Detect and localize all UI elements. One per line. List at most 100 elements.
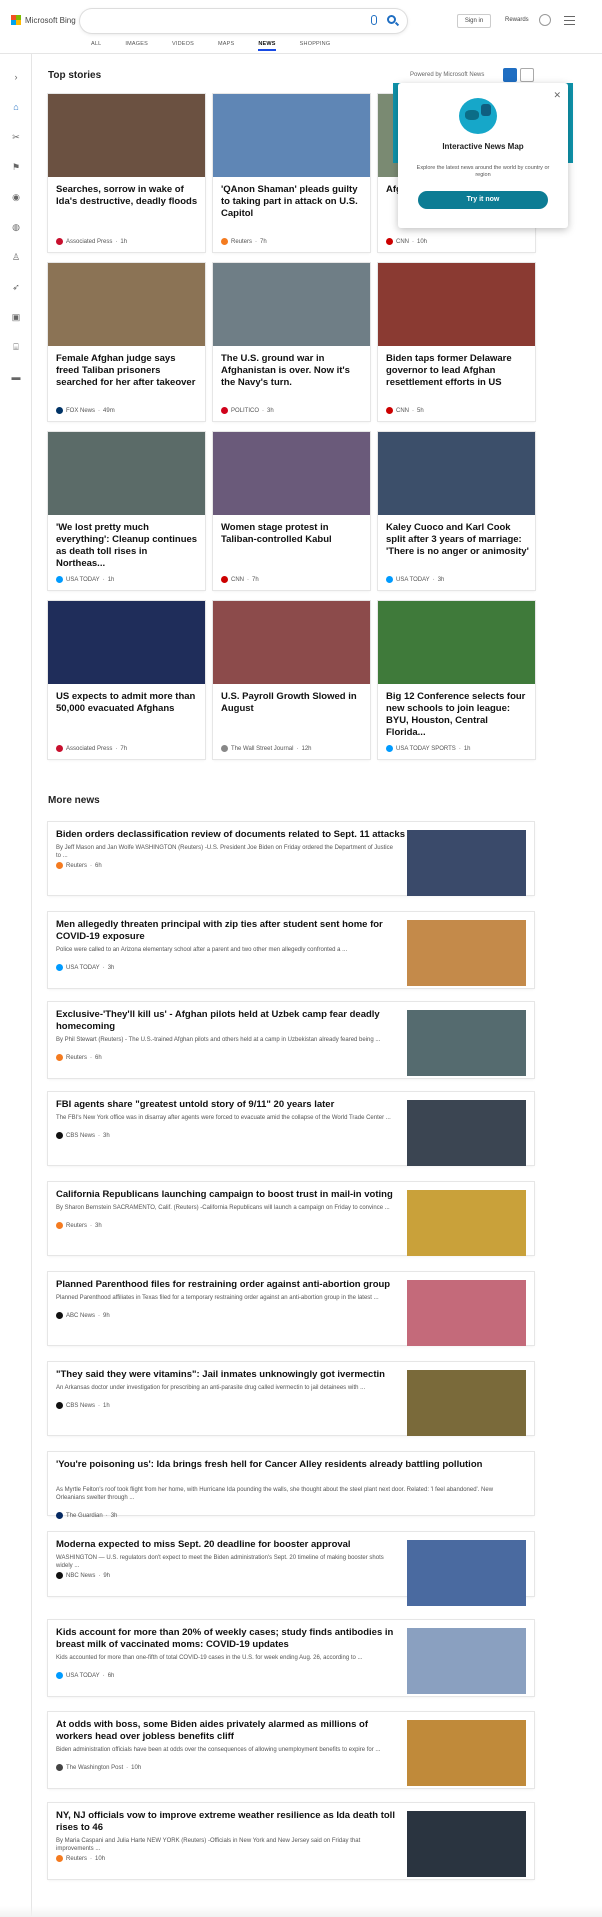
scissors-icon[interactable]: ✂	[8, 129, 24, 145]
news-title[interactable]: At odds with boss, some Biden aides priv…	[56, 1719, 406, 1743]
close-icon[interactable]: ✕	[553, 90, 561, 101]
map-view-icon[interactable]	[520, 68, 534, 82]
expand-chevron-icon[interactable]: ›	[8, 69, 24, 85]
tab-maps[interactable]: MAPS	[218, 41, 234, 51]
globe-icon[interactable]: ◍	[8, 219, 24, 235]
news-list-item[interactable]: At odds with boss, some Biden aides priv…	[48, 1712, 534, 1788]
story-image[interactable]	[48, 432, 205, 515]
bing-logo[interactable]: Microsoft Bing	[11, 15, 76, 25]
news-thumbnail[interactable]	[407, 1720, 526, 1786]
search-input[interactable]	[80, 9, 407, 33]
news-title[interactable]: NY, NJ officials vow to improve extreme …	[56, 1810, 406, 1834]
story-title[interactable]: Female Afghan judge says freed Taliban p…	[56, 353, 199, 389]
flag-icon[interactable]: ⚑	[8, 159, 24, 175]
tab-news[interactable]: NEWS	[258, 41, 276, 51]
story-image[interactable]	[378, 601, 535, 684]
news-title[interactable]: "They said they were vitamins": Jail inm…	[56, 1369, 406, 1381]
story-title[interactable]: The U.S. ground war in Afghanistan is ov…	[221, 353, 364, 389]
story-image[interactable]	[378, 432, 535, 515]
story-card[interactable]: Female Afghan judge says freed Taliban p…	[48, 263, 205, 421]
news-title[interactable]: Exclusive-'They'll kill us' - Afghan pil…	[56, 1009, 406, 1033]
news-thumbnail[interactable]	[407, 1100, 526, 1166]
story-title[interactable]: 'QAnon Shaman' pleads guilty to taking p…	[221, 184, 364, 220]
story-image[interactable]	[48, 263, 205, 346]
story-title[interactable]: Kaley Cuoco and Karl Cook split after 3 …	[386, 522, 529, 558]
news-title[interactable]: Planned Parenthood files for restraining…	[56, 1279, 406, 1291]
tab-all[interactable]: ALL	[91, 41, 101, 51]
story-title[interactable]: Women stage protest in Taliban-controlle…	[221, 522, 364, 546]
news-source: Reuters · 3h	[56, 1222, 102, 1229]
location-pin-icon[interactable]: ◉	[8, 189, 24, 205]
microphone-icon[interactable]	[371, 15, 377, 25]
news-list-item[interactable]: Planned Parenthood files for restraining…	[48, 1272, 534, 1346]
story-title[interactable]: Biden taps former Delaware governor to l…	[386, 353, 529, 389]
try-it-now-button[interactable]: Try it now	[418, 191, 548, 209]
news-thumbnail[interactable]	[407, 1190, 526, 1256]
bank-icon[interactable]: ⌸	[8, 339, 24, 355]
story-title[interactable]: US expects to admit more than 50,000 eva…	[56, 691, 199, 715]
story-card[interactable]: US expects to admit more than 50,000 eva…	[48, 601, 205, 759]
news-list-item[interactable]: "They said they were vitamins": Jail inm…	[48, 1362, 534, 1436]
rewards-medal-icon[interactable]	[539, 14, 551, 26]
rewards-label[interactable]: Rewards	[505, 17, 529, 23]
news-thumbnail[interactable]	[407, 830, 526, 896]
sign-in-button[interactable]: Sign in	[457, 14, 491, 28]
story-title[interactable]: U.S. Payroll Growth Slowed in August	[221, 691, 364, 715]
film-icon[interactable]: ▣	[8, 309, 24, 325]
rocket-icon[interactable]: ➶	[8, 279, 24, 295]
news-title[interactable]: Men allegedly threaten principal with zi…	[56, 919, 406, 943]
news-list-item[interactable]: Exclusive-'They'll kill us' - Afghan pil…	[48, 1002, 534, 1078]
story-card[interactable]: Searches, sorrow in wake of Ida's destru…	[48, 94, 205, 252]
story-image[interactable]	[213, 432, 370, 515]
tab-videos[interactable]: VIDEOS	[172, 41, 194, 51]
news-list-item[interactable]: Men allegedly threaten principal with zi…	[48, 912, 534, 988]
news-list-item[interactable]: California Republicans launching campaig…	[48, 1182, 534, 1256]
hamburger-menu-icon[interactable]	[564, 16, 575, 25]
news-list-item[interactable]: Biden orders declassification review of …	[48, 822, 534, 896]
news-title[interactable]: Biden orders declassification review of …	[56, 829, 406, 841]
story-card[interactable]: Big 12 Conference selects four new schoo…	[378, 601, 535, 759]
news-title[interactable]: Moderna expected to miss Sept. 20 deadli…	[56, 1539, 406, 1551]
grid-view-icon[interactable]	[503, 68, 517, 82]
story-card[interactable]: Women stage protest in Taliban-controlle…	[213, 432, 370, 590]
news-list-item[interactable]: Kids account for more than 20% of weekly…	[48, 1620, 534, 1696]
story-title[interactable]: 'We lost pretty much everything': Cleanu…	[56, 522, 199, 570]
story-title[interactable]: Searches, sorrow in wake of Ida's destru…	[56, 184, 199, 208]
tab-shopping[interactable]: SHOPPING	[300, 41, 331, 51]
story-card[interactable]: Biden taps former Delaware governor to l…	[378, 263, 535, 421]
story-image[interactable]	[378, 263, 535, 346]
story-image[interactable]	[48, 601, 205, 684]
story-card[interactable]: 'QAnon Shaman' pleads guilty to taking p…	[213, 94, 370, 252]
news-list-item[interactable]: FBI agents share "greatest untold story …	[48, 1092, 534, 1166]
story-card[interactable]: Kaley Cuoco and Karl Cook split after 3 …	[378, 432, 535, 590]
news-list-item[interactable]: Moderna expected to miss Sept. 20 deadli…	[48, 1532, 534, 1606]
news-title[interactable]: Kids account for more than 20% of weekly…	[56, 1627, 406, 1651]
news-thumbnail[interactable]	[407, 920, 526, 986]
story-card[interactable]: 'We lost pretty much everything': Cleanu…	[48, 432, 205, 590]
news-thumbnail[interactable]	[407, 1370, 526, 1436]
card-icon[interactable]: ▬	[8, 369, 24, 385]
story-image[interactable]	[213, 263, 370, 346]
news-title[interactable]: California Republicans launching campaig…	[56, 1189, 406, 1201]
news-list-item[interactable]: NY, NJ officials vow to improve extreme …	[48, 1803, 534, 1879]
news-thumbnail[interactable]	[407, 1811, 526, 1877]
running-person-icon[interactable]: ♙	[8, 249, 24, 265]
search-icon[interactable]	[387, 15, 396, 24]
story-card[interactable]: U.S. Payroll Growth Slowed in August The…	[213, 601, 370, 759]
source-logo-icon	[56, 1054, 63, 1061]
news-thumbnail[interactable]	[407, 1010, 526, 1076]
story-image[interactable]	[213, 94, 370, 177]
news-thumbnail[interactable]	[407, 1280, 526, 1346]
home-icon[interactable]: ⌂	[8, 99, 24, 115]
tab-images[interactable]: IMAGES	[125, 41, 148, 51]
source-name: USA TODAY SPORTS	[396, 745, 456, 752]
news-title[interactable]: FBI agents share "greatest untold story …	[56, 1099, 406, 1111]
news-title[interactable]: 'You're poisoning us': Ida brings fresh …	[56, 1459, 516, 1471]
news-thumbnail[interactable]	[407, 1628, 526, 1694]
story-card[interactable]: The U.S. ground war in Afghanistan is ov…	[213, 263, 370, 421]
story-image[interactable]	[213, 601, 370, 684]
news-list-item[interactable]: 'You're poisoning us': Ida brings fresh …	[48, 1452, 534, 1519]
news-thumbnail[interactable]	[407, 1540, 526, 1606]
story-image[interactable]	[48, 94, 205, 177]
story-title[interactable]: Big 12 Conference selects four new schoo…	[386, 691, 529, 739]
